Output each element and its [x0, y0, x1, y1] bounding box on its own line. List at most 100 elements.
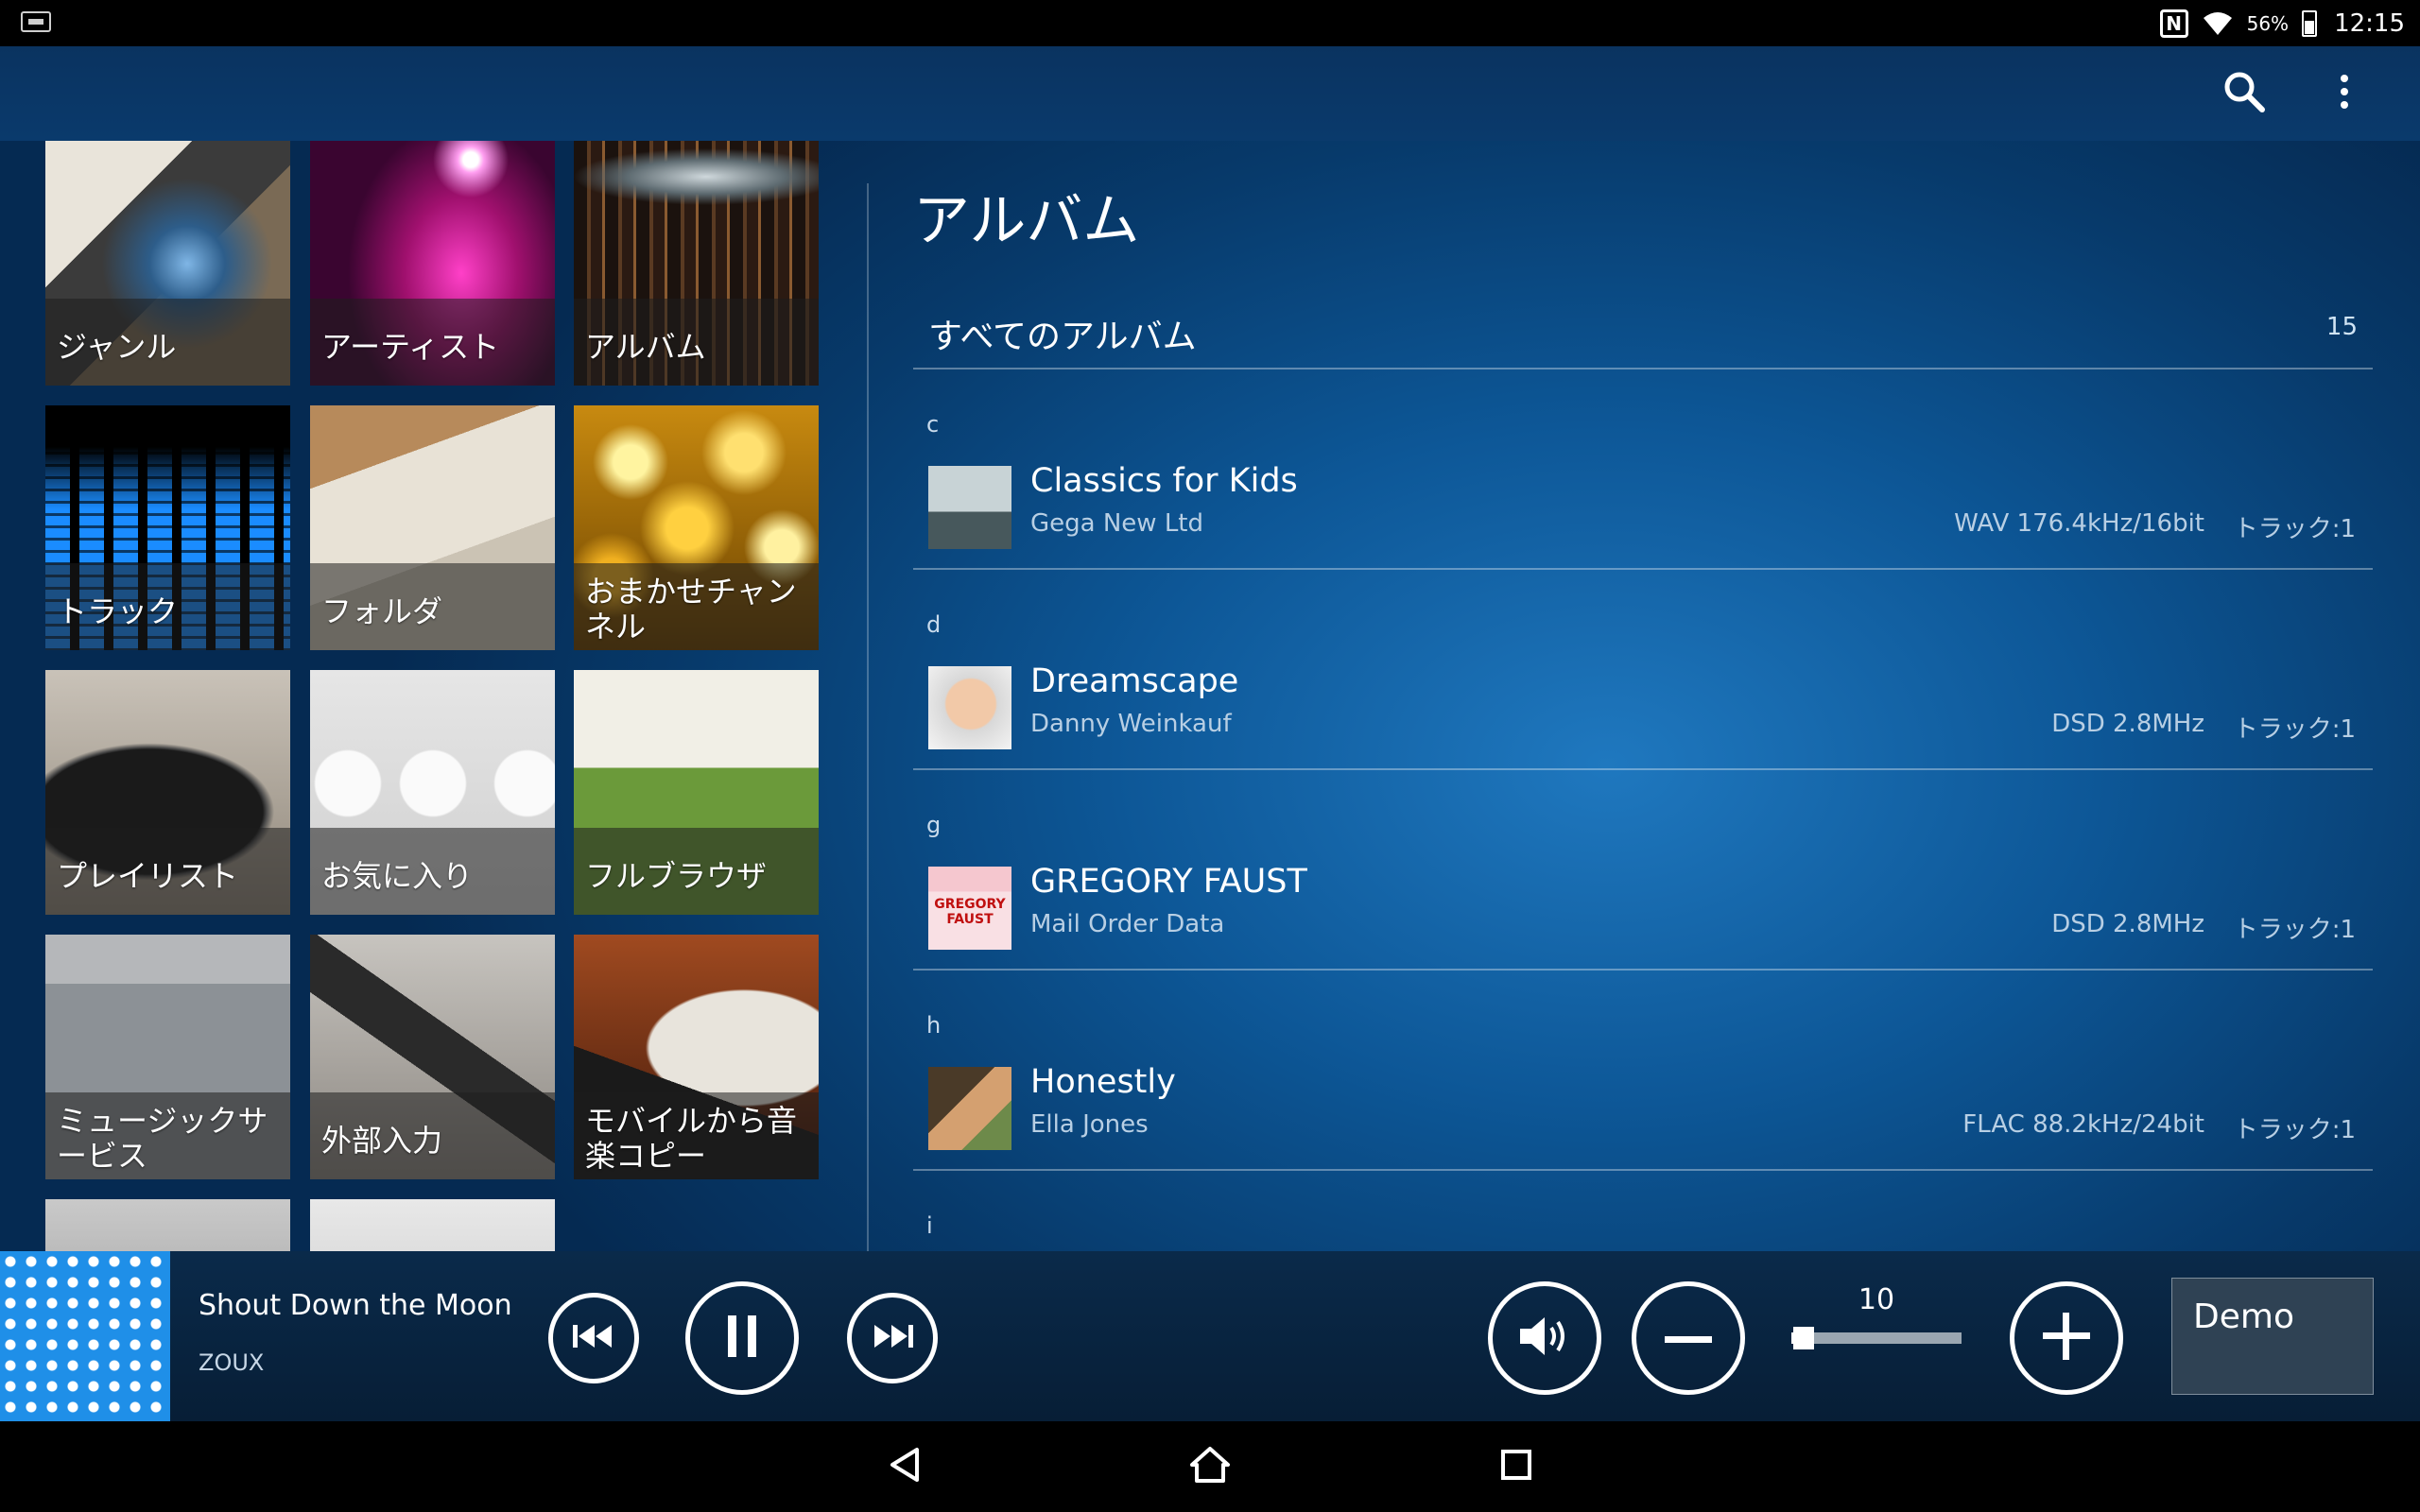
now-playing-artist: ZOUX	[199, 1349, 265, 1376]
recent-apps-button[interactable]	[1488, 1438, 1545, 1495]
pause-icon	[724, 1314, 760, 1363]
album-count: 15	[2325, 313, 2358, 341]
tile-track[interactable]: トラック	[45, 405, 290, 650]
album-artist: Danny Weinkauf	[1030, 710, 1232, 738]
tile-label: 外部入力	[321, 1123, 443, 1159]
divider	[913, 568, 2373, 570]
album-track-count: トラック:1	[2233, 1116, 2356, 1144]
album-row[interactable]: Dreamscape Danny Weinkauf DSD 2.8MHz トラッ…	[913, 653, 2373, 759]
tile-playlist[interactable]: プレイリスト	[45, 670, 290, 915]
album-cover	[928, 666, 1011, 749]
now-playing-title[interactable]: Shout Down the Moon	[199, 1289, 512, 1322]
divider	[913, 1169, 2373, 1171]
volume-slider[interactable]	[1791, 1327, 1962, 1349]
album-format: WAV 176.4kHz/16bit	[1954, 509, 2204, 538]
wifi-icon	[2202, 10, 2234, 37]
album-name: Classics for Kids	[1030, 462, 1298, 500]
overflow-menu-icon	[2339, 73, 2350, 114]
tile-channel[interactable]: おまかせチャンネル	[574, 405, 819, 650]
album-row[interactable]: Classics for Kids Gega New Ltd WAV 176.4…	[913, 453, 2373, 558]
navigation-bar	[0, 1421, 2420, 1512]
tile-label: モバイルから音楽コピー	[585, 1103, 798, 1174]
tile-external-input[interactable]: 外部入力	[310, 935, 555, 1179]
tile-label: プレイリスト	[57, 858, 239, 894]
tile-label: トラック	[57, 593, 179, 629]
pause-button[interactable]	[685, 1281, 799, 1395]
divider	[913, 768, 2373, 770]
album-artist: Ella Jones	[1030, 1110, 1149, 1139]
battery-icon	[2302, 9, 2318, 37]
tile-genre[interactable]: ジャンル	[45, 141, 290, 386]
now-playing-cover[interactable]	[0, 1251, 170, 1421]
mute-button[interactable]	[1488, 1281, 1601, 1395]
back-button[interactable]	[877, 1438, 934, 1495]
tile-folder[interactable]: フォルダ	[310, 405, 555, 650]
tile-music-service[interactable]: ミュージックサービス	[45, 935, 290, 1179]
plus-icon	[2043, 1313, 2090, 1364]
album-cover: GREGORY FAUST	[928, 867, 1011, 950]
section-letter: c	[926, 411, 940, 438]
panel-divider	[867, 183, 869, 1251]
tile-album[interactable]: アルバム	[574, 141, 819, 386]
album-name: GREGORY FAUST	[1030, 863, 1307, 901]
album-format: FLAC 88.2kHz/24bit	[1962, 1110, 2204, 1139]
tile-label: フルブラウザ	[585, 858, 768, 894]
album-name: Dreamscape	[1030, 662, 1239, 700]
status-bar: N 56% 12:15	[0, 0, 2420, 46]
album-row[interactable]: Honestly Ella Jones FLAC 88.2kHz/24bit ト…	[913, 1054, 2373, 1160]
tile-partial[interactable]	[310, 1199, 555, 1251]
album-artist: Mail Order Data	[1030, 910, 1225, 938]
recent-apps-icon	[1499, 1448, 1533, 1486]
tile-partial[interactable]	[45, 1199, 290, 1251]
section-letter: d	[926, 611, 942, 638]
tile-label: フォルダ	[321, 593, 443, 629]
demo-button[interactable]: Demo	[2171, 1278, 2374, 1395]
album-cover	[928, 1067, 1011, 1150]
next-icon	[870, 1323, 915, 1353]
search-icon	[2221, 69, 2267, 118]
search-button[interactable]	[2206, 56, 2282, 131]
album-cover	[928, 466, 1011, 549]
demo-label: Demo	[2193, 1297, 2294, 1336]
player-bar: Shout Down the Moon ZOUX 10 Demo	[0, 1251, 2420, 1421]
clock: 12:15	[2334, 9, 2405, 38]
tile-label: おまかせチャンネル	[585, 574, 797, 644]
album-row[interactable]: GREGORY FAUST GREGORY FAUST Mail Order D…	[913, 853, 2373, 959]
album-format: DSD 2.8MHz	[2051, 710, 2204, 738]
action-bar	[0, 46, 2420, 141]
album-track-count: トラック:1	[2233, 515, 2356, 543]
tile-label: アルバム	[585, 329, 706, 365]
tile-mobile-copy[interactable]: モバイルから音楽コピー	[574, 935, 819, 1179]
divider	[913, 368, 2373, 369]
next-button[interactable]	[847, 1293, 938, 1383]
volume-down-button[interactable]	[1632, 1281, 1745, 1395]
all-albums-label: すべてのアルバム	[928, 318, 1197, 356]
tile-label: ミュージックサービス	[57, 1103, 268, 1174]
notification-icon	[21, 11, 51, 32]
back-icon	[887, 1446, 925, 1487]
overflow-menu-button[interactable]	[2307, 56, 2382, 131]
previous-button[interactable]	[548, 1293, 639, 1383]
tile-artist[interactable]: アーティスト	[310, 141, 555, 386]
album-artist: Gega New Ltd	[1030, 509, 1204, 538]
tile-label: お気に入り	[321, 858, 474, 894]
volume-up-button[interactable]	[2010, 1281, 2123, 1395]
minus-icon	[1665, 1330, 1712, 1348]
album-track-count: トラック:1	[2233, 715, 2356, 744]
album-format: DSD 2.8MHz	[2051, 910, 2204, 938]
all-albums-row[interactable]: すべてのアルバム 15	[913, 292, 2373, 366]
page-title: アルバム	[913, 188, 1140, 254]
app-content: ジャンル アーティスト アルバム トラック フォルダ おまかせチャンネル プレイ…	[0, 46, 2420, 1251]
section-letter: g	[926, 812, 942, 838]
battery-percent: 56%	[2246, 11, 2290, 35]
status-icons: N 56% 12:15	[2159, 0, 2405, 46]
speaker-icon	[1516, 1312, 1573, 1365]
tile-label: ジャンル	[57, 329, 177, 365]
tile-full-browser[interactable]: フルブラウザ	[574, 670, 819, 915]
tile-favorite[interactable]: お気に入り	[310, 670, 555, 915]
previous-icon	[571, 1323, 616, 1353]
home-button[interactable]	[1182, 1438, 1238, 1495]
section-letter: i	[926, 1212, 933, 1239]
volume-thumb[interactable]	[1792, 1327, 1814, 1349]
divider	[913, 969, 2373, 971]
